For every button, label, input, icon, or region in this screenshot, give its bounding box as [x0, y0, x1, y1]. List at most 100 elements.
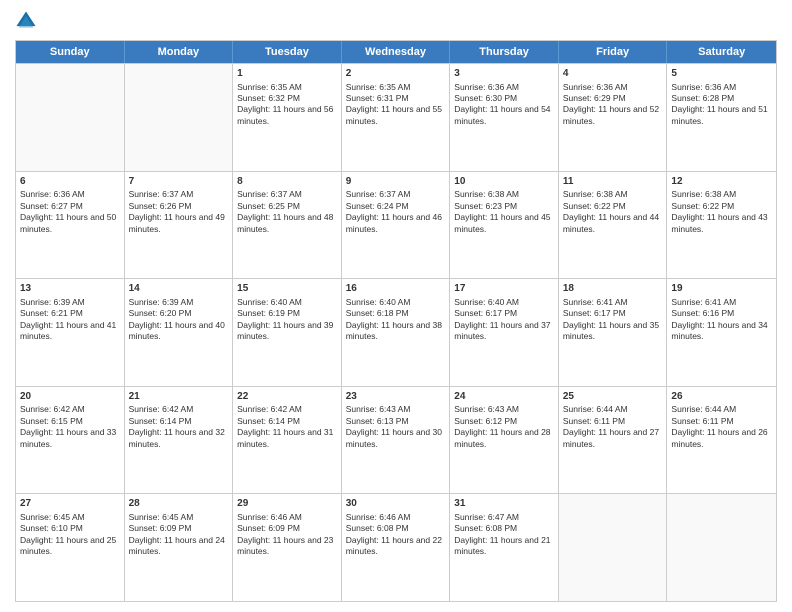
day-number: 2 — [346, 67, 446, 81]
sunrise-text: Sunrise: 6:36 AM — [563, 82, 663, 93]
cal-cell-11: 11Sunrise: 6:38 AMSunset: 6:22 PMDayligh… — [559, 172, 668, 279]
cal-cell-19: 19Sunrise: 6:41 AMSunset: 6:16 PMDayligh… — [667, 279, 776, 386]
daylight-text: Daylight: 11 hours and 22 minutes. — [346, 535, 446, 558]
cal-cell-empty — [125, 64, 234, 171]
daylight-text: Daylight: 11 hours and 28 minutes. — [454, 427, 554, 450]
daylight-text: Daylight: 11 hours and 44 minutes. — [563, 212, 663, 235]
day-number: 3 — [454, 67, 554, 81]
day-number: 22 — [237, 390, 337, 404]
sunrise-text: Sunrise: 6:43 AM — [346, 404, 446, 415]
page: SundayMondayTuesdayWednesdayThursdayFrid… — [0, 0, 792, 612]
daylight-text: Daylight: 11 hours and 32 minutes. — [129, 427, 229, 450]
cal-cell-31: 31Sunrise: 6:47 AMSunset: 6:08 PMDayligh… — [450, 494, 559, 601]
cal-cell-empty — [667, 494, 776, 601]
cal-cell-4: 4Sunrise: 6:36 AMSunset: 6:29 PMDaylight… — [559, 64, 668, 171]
cal-cell-14: 14Sunrise: 6:39 AMSunset: 6:20 PMDayligh… — [125, 279, 234, 386]
daylight-text: Daylight: 11 hours and 56 minutes. — [237, 104, 337, 127]
sunrise-text: Sunrise: 6:40 AM — [346, 297, 446, 308]
sunrise-text: Sunrise: 6:36 AM — [671, 82, 772, 93]
cal-cell-8: 8Sunrise: 6:37 AMSunset: 6:25 PMDaylight… — [233, 172, 342, 279]
day-number: 15 — [237, 282, 337, 296]
cal-cell-25: 25Sunrise: 6:44 AMSunset: 6:11 PMDayligh… — [559, 387, 668, 494]
sunset-text: Sunset: 6:14 PM — [129, 416, 229, 427]
week-row-1: 1Sunrise: 6:35 AMSunset: 6:32 PMDaylight… — [16, 63, 776, 171]
header — [15, 10, 777, 32]
header-tuesday: Tuesday — [233, 41, 342, 63]
sunset-text: Sunset: 6:17 PM — [454, 308, 554, 319]
sunrise-text: Sunrise: 6:40 AM — [454, 297, 554, 308]
cal-cell-12: 12Sunrise: 6:38 AMSunset: 6:22 PMDayligh… — [667, 172, 776, 279]
week-row-5: 27Sunrise: 6:45 AMSunset: 6:10 PMDayligh… — [16, 493, 776, 601]
sunset-text: Sunset: 6:11 PM — [671, 416, 772, 427]
day-number: 20 — [20, 390, 120, 404]
cal-cell-7: 7Sunrise: 6:37 AMSunset: 6:26 PMDaylight… — [125, 172, 234, 279]
daylight-text: Daylight: 11 hours and 39 minutes. — [237, 320, 337, 343]
cal-cell-1: 1Sunrise: 6:35 AMSunset: 6:32 PMDaylight… — [233, 64, 342, 171]
day-number: 6 — [20, 175, 120, 189]
daylight-text: Daylight: 11 hours and 41 minutes. — [20, 320, 120, 343]
daylight-text: Daylight: 11 hours and 25 minutes. — [20, 535, 120, 558]
sunrise-text: Sunrise: 6:38 AM — [454, 189, 554, 200]
sunset-text: Sunset: 6:28 PM — [671, 93, 772, 104]
sunset-text: Sunset: 6:31 PM — [346, 93, 446, 104]
day-number: 1 — [237, 67, 337, 81]
sunset-text: Sunset: 6:27 PM — [20, 201, 120, 212]
sunrise-text: Sunrise: 6:45 AM — [20, 512, 120, 523]
sunrise-text: Sunrise: 6:36 AM — [20, 189, 120, 200]
daylight-text: Daylight: 11 hours and 54 minutes. — [454, 104, 554, 127]
day-number: 19 — [671, 282, 772, 296]
daylight-text: Daylight: 11 hours and 45 minutes. — [454, 212, 554, 235]
daylight-text: Daylight: 11 hours and 37 minutes. — [454, 320, 554, 343]
sunrise-text: Sunrise: 6:46 AM — [346, 512, 446, 523]
sunset-text: Sunset: 6:08 PM — [454, 523, 554, 534]
logo — [15, 10, 39, 32]
calendar-body: 1Sunrise: 6:35 AMSunset: 6:32 PMDaylight… — [16, 63, 776, 601]
cal-cell-23: 23Sunrise: 6:43 AMSunset: 6:13 PMDayligh… — [342, 387, 451, 494]
sunset-text: Sunset: 6:30 PM — [454, 93, 554, 104]
daylight-text: Daylight: 11 hours and 55 minutes. — [346, 104, 446, 127]
sunrise-text: Sunrise: 6:47 AM — [454, 512, 554, 523]
cal-cell-26: 26Sunrise: 6:44 AMSunset: 6:11 PMDayligh… — [667, 387, 776, 494]
daylight-text: Daylight: 11 hours and 30 minutes. — [346, 427, 446, 450]
sunset-text: Sunset: 6:32 PM — [237, 93, 337, 104]
day-number: 27 — [20, 497, 120, 511]
daylight-text: Daylight: 11 hours and 21 minutes. — [454, 535, 554, 558]
sunrise-text: Sunrise: 6:38 AM — [671, 189, 772, 200]
sunset-text: Sunset: 6:14 PM — [237, 416, 337, 427]
sunrise-text: Sunrise: 6:39 AM — [129, 297, 229, 308]
cal-cell-17: 17Sunrise: 6:40 AMSunset: 6:17 PMDayligh… — [450, 279, 559, 386]
day-number: 12 — [671, 175, 772, 189]
sunset-text: Sunset: 6:26 PM — [129, 201, 229, 212]
sunset-text: Sunset: 6:22 PM — [671, 201, 772, 212]
daylight-text: Daylight: 11 hours and 24 minutes. — [129, 535, 229, 558]
sunset-text: Sunset: 6:12 PM — [454, 416, 554, 427]
day-number: 5 — [671, 67, 772, 81]
logo-icon — [15, 10, 37, 32]
sunset-text: Sunset: 6:23 PM — [454, 201, 554, 212]
day-number: 26 — [671, 390, 772, 404]
cal-cell-empty — [16, 64, 125, 171]
sunrise-text: Sunrise: 6:46 AM — [237, 512, 337, 523]
cal-cell-21: 21Sunrise: 6:42 AMSunset: 6:14 PMDayligh… — [125, 387, 234, 494]
cal-cell-22: 22Sunrise: 6:42 AMSunset: 6:14 PMDayligh… — [233, 387, 342, 494]
day-number: 31 — [454, 497, 554, 511]
day-number: 17 — [454, 282, 554, 296]
daylight-text: Daylight: 11 hours and 49 minutes. — [129, 212, 229, 235]
day-number: 9 — [346, 175, 446, 189]
cal-cell-27: 27Sunrise: 6:45 AMSunset: 6:10 PMDayligh… — [16, 494, 125, 601]
sunset-text: Sunset: 6:17 PM — [563, 308, 663, 319]
daylight-text: Daylight: 11 hours and 27 minutes. — [563, 427, 663, 450]
sunset-text: Sunset: 6:29 PM — [563, 93, 663, 104]
sunset-text: Sunset: 6:09 PM — [237, 523, 337, 534]
daylight-text: Daylight: 11 hours and 31 minutes. — [237, 427, 337, 450]
cal-cell-2: 2Sunrise: 6:35 AMSunset: 6:31 PMDaylight… — [342, 64, 451, 171]
day-number: 23 — [346, 390, 446, 404]
daylight-text: Daylight: 11 hours and 33 minutes. — [20, 427, 120, 450]
sunset-text: Sunset: 6:15 PM — [20, 416, 120, 427]
header-wednesday: Wednesday — [342, 41, 451, 63]
cal-cell-9: 9Sunrise: 6:37 AMSunset: 6:24 PMDaylight… — [342, 172, 451, 279]
daylight-text: Daylight: 11 hours and 50 minutes. — [20, 212, 120, 235]
daylight-text: Daylight: 11 hours and 46 minutes. — [346, 212, 446, 235]
week-row-3: 13Sunrise: 6:39 AMSunset: 6:21 PMDayligh… — [16, 278, 776, 386]
sunrise-text: Sunrise: 6:44 AM — [671, 404, 772, 415]
